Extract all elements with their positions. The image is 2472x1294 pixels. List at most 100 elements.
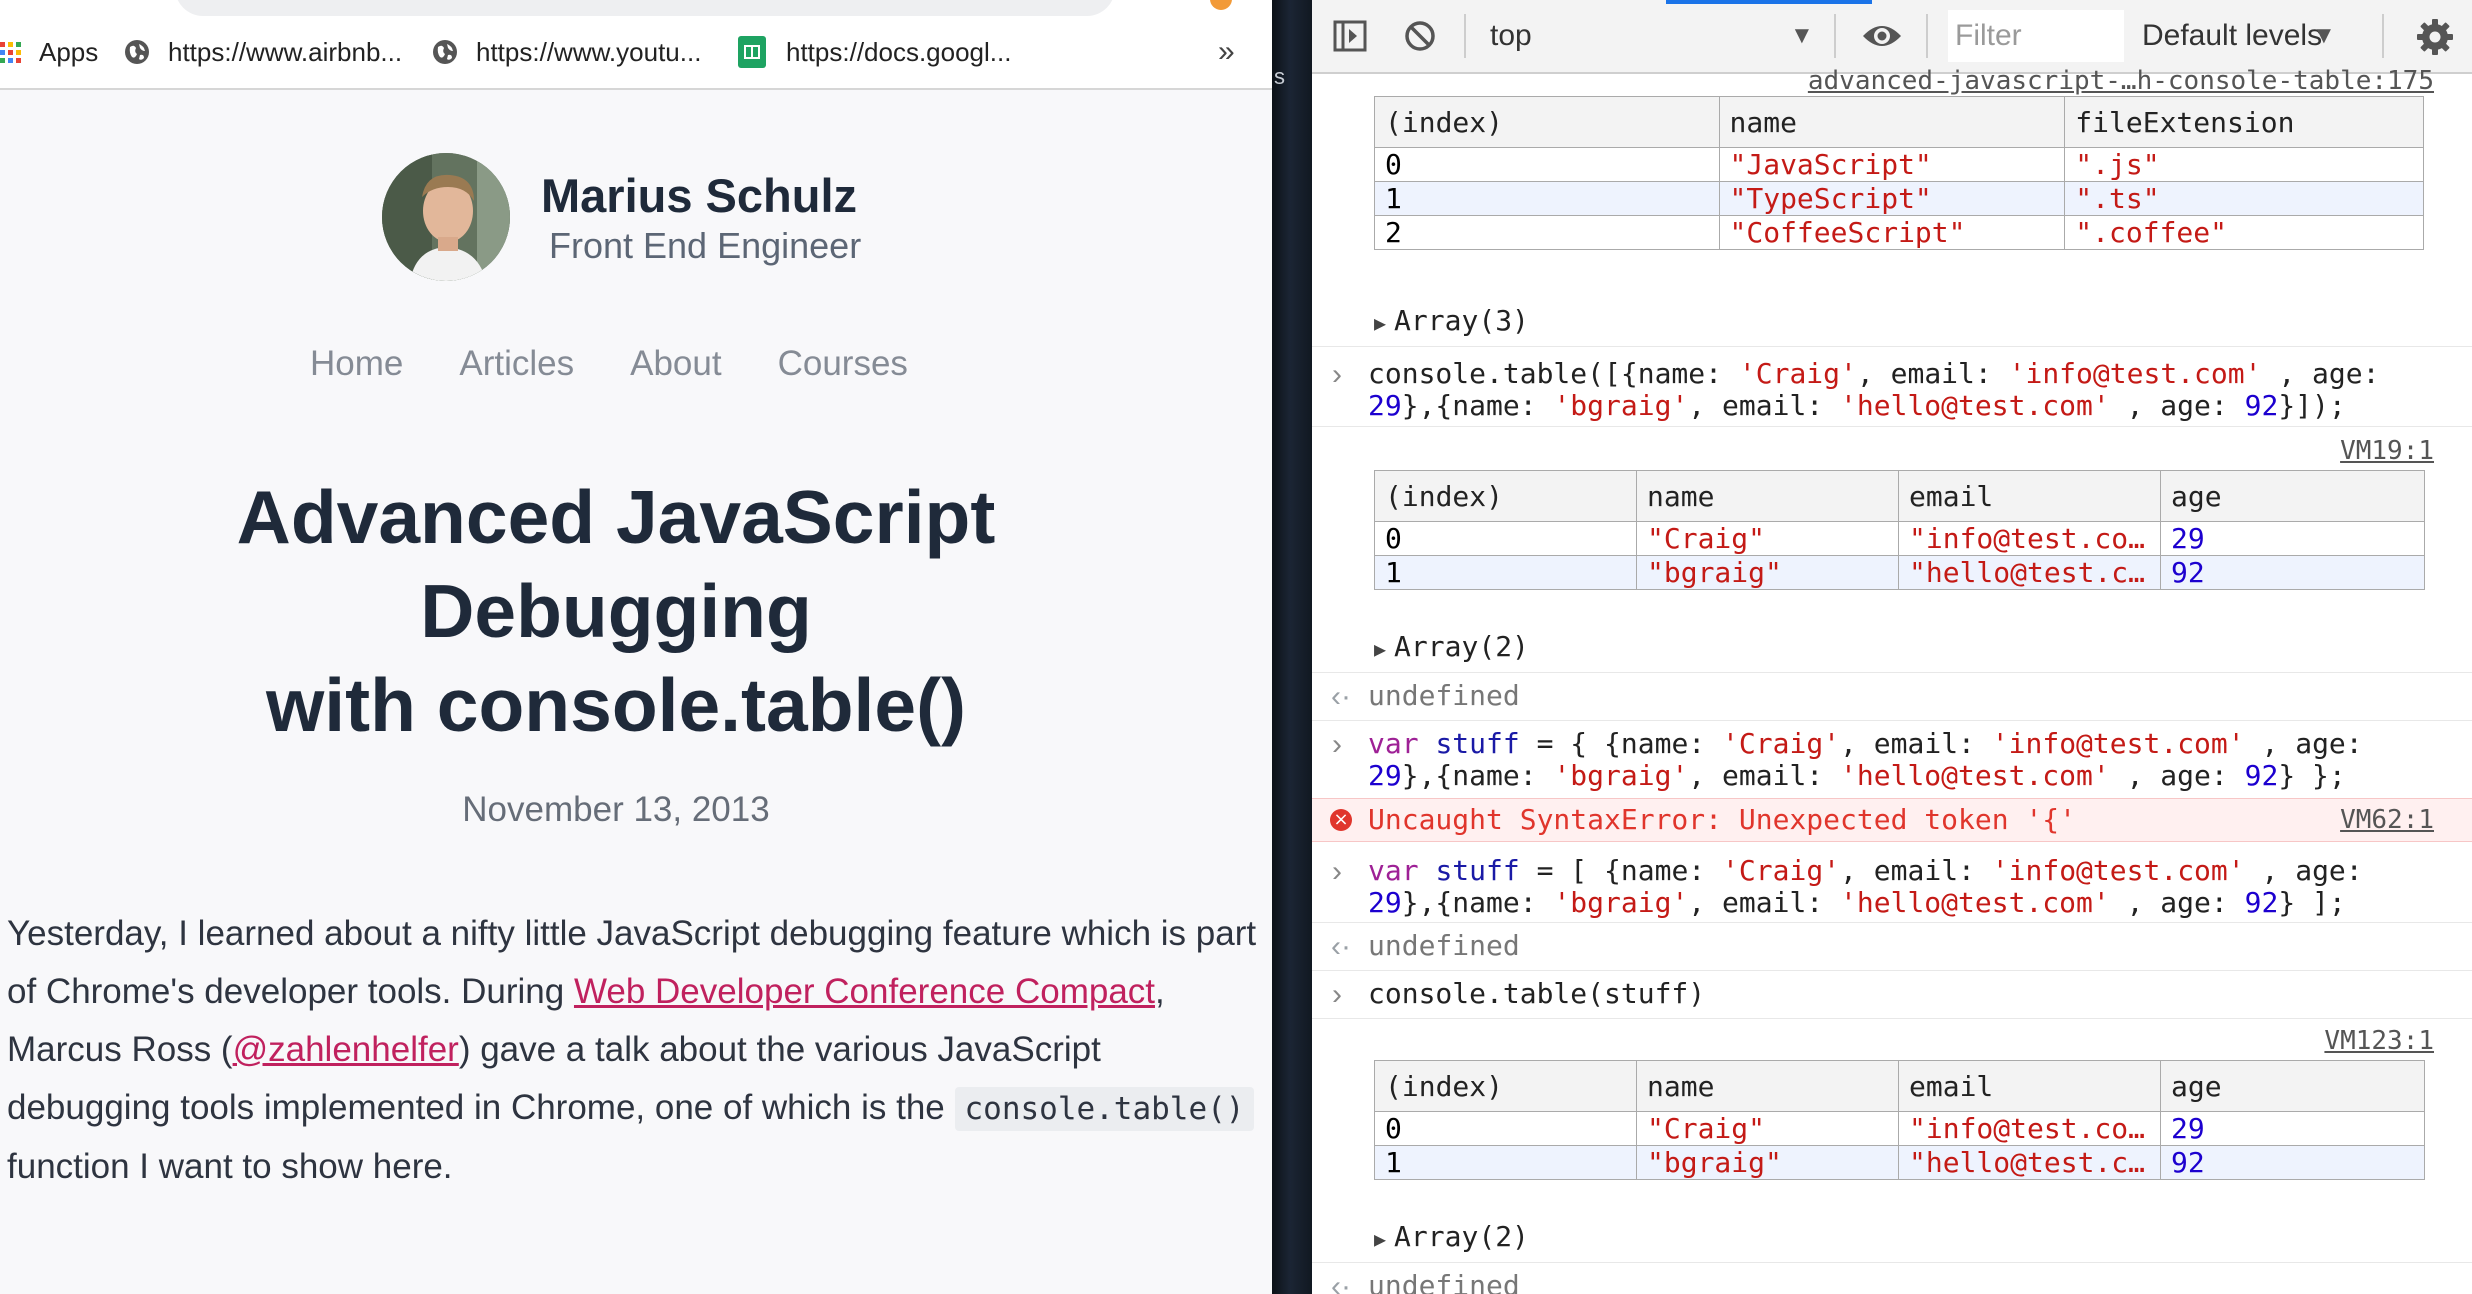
table-row: 2 "CoffeeScript" ".coffee" <box>1374 215 2424 250</box>
source-link[interactable]: VM123:1 <box>2324 1026 2434 1056</box>
author-photo <box>382 153 510 281</box>
address-bar[interactable] <box>175 0 1115 16</box>
table-header[interactable]: email <box>1898 470 2161 522</box>
post-title-line: Debugging <box>420 569 812 653</box>
return-arrow-icon: ‹· <box>1331 930 1351 963</box>
filter-input[interactable] <box>1955 19 2115 53</box>
table-cell: ".js" <box>2064 147 2424 182</box>
table-header[interactable]: age <box>2160 470 2425 522</box>
toolbar-separator <box>2382 14 2384 58</box>
table-header[interactable]: email <box>1898 1060 2161 1112</box>
table-row: 0 "Craig" "info@test.co… 29 <box>1374 521 2425 556</box>
author-avatar[interactable] <box>382 153 510 281</box>
nav-home[interactable]: Home <box>310 344 403 384</box>
bookmarks-overflow-button[interactable]: » <box>1218 30 1235 74</box>
context-dropdown-arrow-icon[interactable]: ▼ <box>1790 22 1814 50</box>
error-message: Uncaught SyntaxError: Unexpected token '… <box>1368 803 2077 836</box>
table-cell: 0 <box>1374 1111 1637 1146</box>
clear-console-icon[interactable] <box>1402 18 1438 54</box>
input-prompt-icon: › <box>1332 358 1342 391</box>
expand-triangle-icon: ▶ <box>1374 637 1387 661</box>
source-link[interactable]: VM62:1 <box>2340 805 2434 835</box>
bookmark-google-docs[interactable]: https://docs.googl... <box>738 30 1011 74</box>
table-header[interactable]: name <box>1718 96 2066 148</box>
inline-code: console.table() <box>954 1087 1255 1131</box>
table-cell: "Craig" <box>1636 1111 1899 1146</box>
globe-icon <box>125 40 149 64</box>
globe-icon <box>433 40 457 64</box>
post-title: Advanced JavaScript Debugging with conso… <box>0 470 1232 752</box>
conference-link[interactable]: Web Developer Conference Compact <box>574 972 1155 1011</box>
twitter-handle-link[interactable]: @zahlenhelfer <box>233 1030 459 1069</box>
input-prompt-icon: › <box>1332 855 1342 888</box>
code-line: var stuff = [ {name: 'Craig', email: 'in… <box>1368 854 2363 919</box>
levels-dropdown-arrow-icon[interactable]: ▼ <box>2312 22 2336 50</box>
table-header-row: (index) name email age <box>1374 1060 2425 1112</box>
table-header[interactable]: age <box>2160 1060 2425 1112</box>
live-expression-eye-icon[interactable] <box>1860 18 1904 54</box>
console-separator <box>1312 970 2472 971</box>
toolbar-separator <box>1834 14 1836 58</box>
console-table: (index) name fileExtension 0 "JavaScript… <box>1374 96 2424 250</box>
table-cell: "hello@test.c… <box>1898 555 2161 590</box>
array-label: Array(2) <box>1394 630 1529 663</box>
log-levels-dropdown[interactable]: Default levels <box>2142 19 2322 53</box>
table-cell: "info@test.co… <box>1898 521 2161 556</box>
author-role: Front End Engineer <box>549 225 862 266</box>
table-cell: ".ts" <box>2064 181 2424 216</box>
settings-gear-icon[interactable] <box>2416 18 2454 56</box>
return-value: undefined <box>1368 929 1520 962</box>
google-sheets-icon <box>738 36 766 68</box>
profile-badge[interactable] <box>1210 0 1232 10</box>
bookmark-airbnb[interactable]: https://www.airbnb... <box>124 30 402 74</box>
console-separator <box>1312 1262 2472 1263</box>
table-header[interactable]: (index) <box>1374 96 1720 148</box>
table-header[interactable]: (index) <box>1374 470 1637 522</box>
array-label: Array(3) <box>1394 304 1529 337</box>
return-arrow-icon: ‹· <box>1331 1270 1351 1294</box>
post-intro-paragraph: Yesterday, I learned about a nifty littl… <box>7 905 1257 1196</box>
table-header-row: (index) name email age <box>1374 470 2425 522</box>
return-arrow-icon: ‹· <box>1331 680 1351 713</box>
table-header[interactable]: name <box>1636 470 1899 522</box>
table-header[interactable]: (index) <box>1374 1060 1637 1112</box>
table-header[interactable]: name <box>1636 1060 1899 1112</box>
code-line: console.table([{name: 'Craig', email: 'i… <box>1368 357 2380 422</box>
table-cell: 0 <box>1374 521 1637 556</box>
input-prompt-icon: › <box>1332 978 1342 1011</box>
devtools-panel: top ▼ Default levels ▼ advanced-javascri <box>1312 0 2472 1294</box>
show-sidebar-icon[interactable] <box>1332 18 1368 54</box>
nav-articles[interactable]: Articles <box>459 344 574 384</box>
bookmark-apps[interactable]: Apps <box>0 30 98 74</box>
expand-triangle-icon: ▶ <box>1374 1227 1387 1251</box>
post-title-line: with console.table() <box>265 663 967 747</box>
nav-courses[interactable]: Courses <box>778 344 908 384</box>
window-divider <box>1272 0 1312 1294</box>
console-separator <box>1312 1018 2472 1019</box>
table-row: 1 "bgraig" "hello@test.c… 92 <box>1374 1145 2425 1180</box>
table-header-row: (index) name fileExtension <box>1374 96 2424 148</box>
context-selector[interactable]: top <box>1490 19 1532 53</box>
post-title-line: Advanced JavaScript <box>236 475 996 559</box>
source-link[interactable]: advanced-javascript-…h-console-table:175 <box>1808 66 2434 96</box>
intro-text: function I want to show here. <box>7 1147 453 1186</box>
array-expander[interactable]: ▶ Array(2) <box>1374 630 1529 663</box>
table-cell: 92 <box>2160 1145 2425 1180</box>
array-expander[interactable]: ▶ Array(2) <box>1374 1220 1529 1253</box>
table-cell: 92 <box>2160 555 2425 590</box>
nav-about[interactable]: About <box>630 344 721 384</box>
table-cell: "hello@test.c… <box>1898 1145 2161 1180</box>
author-name[interactable]: Marius Schulz <box>541 168 857 223</box>
bookmark-youtube[interactable]: https://www.youtu... <box>432 30 701 74</box>
console-table: (index) name email age 0 "Craig" "info@t… <box>1374 1060 2425 1180</box>
source-link[interactable]: VM19:1 <box>2340 436 2434 466</box>
table-header[interactable]: fileExtension <box>2064 96 2424 148</box>
browser-window: Apps https://www.airbnb... https://www.y… <box>0 0 1272 1294</box>
table-cell: "CoffeeScript" <box>1718 215 2066 250</box>
console-separator <box>1312 720 2472 721</box>
table-row: 1 "TypeScript" ".ts" <box>1374 181 2424 216</box>
array-expander[interactable]: ▶ Array(3) <box>1374 304 1529 337</box>
console-table: (index) name email age 0 "Craig" "info@t… <box>1374 470 2425 590</box>
bookmark-label: https://www.youtu... <box>476 36 702 67</box>
active-tab-indicator <box>1666 0 1872 4</box>
